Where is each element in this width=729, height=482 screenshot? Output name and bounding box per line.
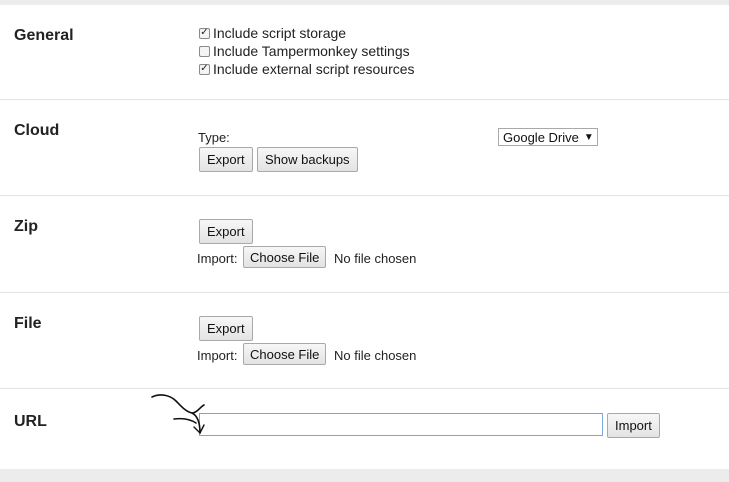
file-import-label: Import: [197,348,238,363]
include-external-resources-option[interactable]: ✓ Include external script resources [199,60,415,78]
checkbox-checked-icon[interactable]: ✓ [199,27,210,39]
checkbox-checked-icon[interactable]: ✓ [199,63,210,75]
general-section: General ✓ Include script storage Include… [0,5,729,100]
file-choose-file-button[interactable]: Choose File [243,343,327,365]
dropdown-arrow-icon: ▼ [583,131,594,143]
file-file-status: No file chosen [334,348,417,363]
cloud-type-label: Type: [198,130,230,145]
include-external-resources-label: Include external script resources [213,61,415,77]
url-import-button[interactable]: Import [607,413,660,438]
file-title: File [14,315,42,332]
general-title: General [14,27,74,44]
cloud-export-button[interactable]: Export [199,147,253,172]
zip-section: Zip [0,196,729,293]
include-tampermonkey-settings-label: Include Tampermonkey settings [213,43,410,59]
file-section: File [0,293,729,389]
zip-export-button[interactable]: Export [199,219,253,244]
cloud-title: Cloud [14,122,60,139]
settings-page: General ✓ Include script storage Include… [0,5,729,469]
cloud-type-value: Google Drive [503,129,579,145]
cloud-section: Cloud [0,100,729,196]
url-input[interactable] [199,413,603,436]
url-title: URL [14,413,47,430]
hand-drawn-arrow-icon [151,394,205,435]
include-script-storage-option[interactable]: ✓ Include script storage [199,24,346,42]
zip-title: Zip [14,218,38,235]
zip-choose-file-button[interactable]: Choose File [243,246,327,268]
zip-import-label: Import: [197,251,238,266]
checkbox-unchecked-icon[interactable] [199,45,210,57]
include-tampermonkey-settings-option[interactable]: Include Tampermonkey settings [199,42,410,60]
include-script-storage-label: Include script storage [213,25,347,41]
show-backups-button[interactable]: Show backups [257,147,358,172]
file-export-button[interactable]: Export [199,316,253,341]
cloud-type-select[interactable]: Google Drive ▼ [498,128,598,146]
zip-file-status: No file chosen [334,251,417,266]
